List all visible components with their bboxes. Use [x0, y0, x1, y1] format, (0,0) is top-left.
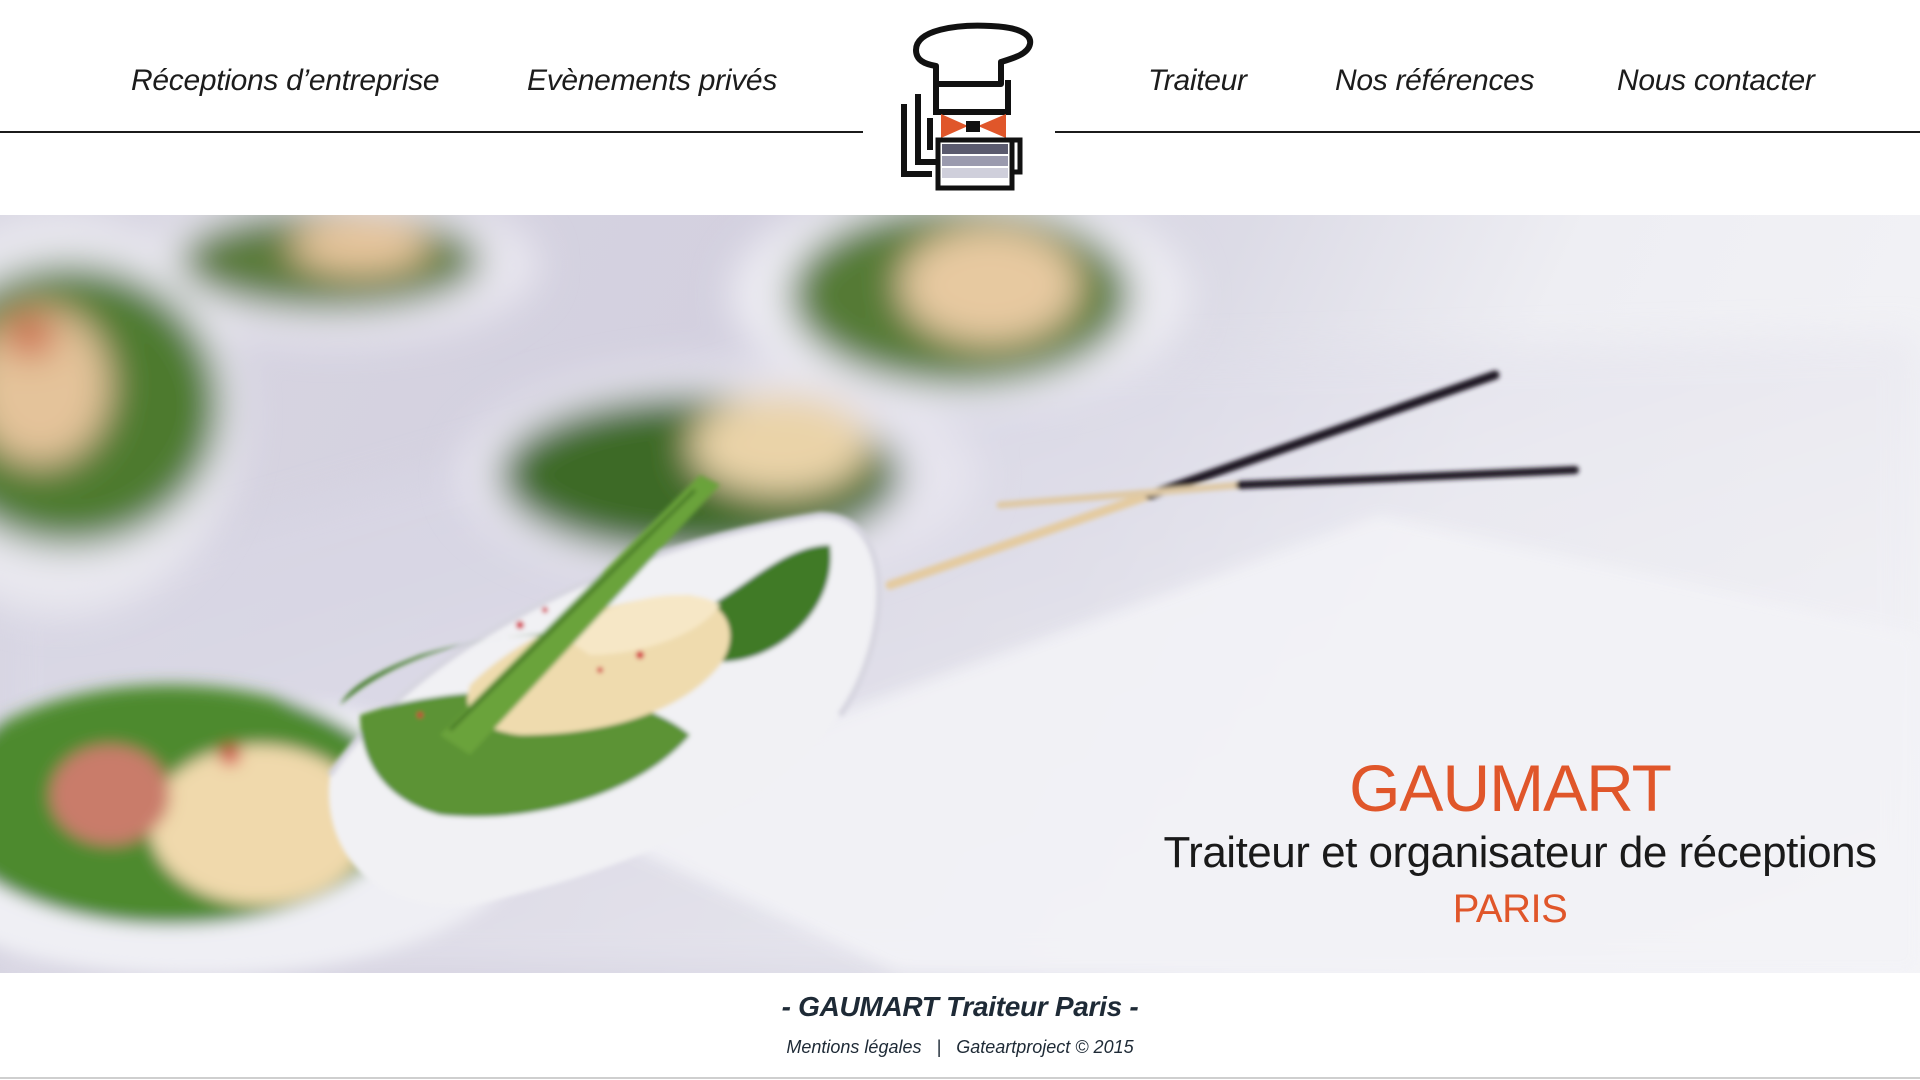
hero-tagline: Traiteur et organisateur de réceptions — [1163, 828, 1877, 877]
chef-logo-icon[interactable] — [896, 22, 1038, 198]
gateartproject-link[interactable]: Gateartproject © 2015 — [956, 1037, 1133, 1057]
hero-caption: GAUMART Traiteur et organisateur de réce… — [1140, 755, 1900, 929]
nav-nous-contacter[interactable]: Nous contacter — [1617, 64, 1815, 98]
site-header: Réceptions d’entreprise Evènements privé… — [0, 0, 1920, 215]
footer-bottom-line — [0, 1077, 1920, 1079]
nav-receptions-entreprise[interactable]: Réceptions d’entreprise — [131, 64, 440, 98]
footer-title: - GAUMART Traiteur Paris - — [781, 991, 1139, 1022]
nav-nos-references[interactable]: Nos références — [1335, 64, 1535, 98]
hero-city: PARIS — [1452, 887, 1568, 931]
hero-banner: GAUMART Traiteur et organisateur de réce… — [0, 215, 1920, 973]
nav-evenements-prives[interactable]: Evènements privés — [527, 64, 777, 98]
site-footer: - GAUMART Traiteur Paris - Mentions léga… — [0, 973, 1920, 1080]
mentions-legales-link[interactable]: Mentions légales — [786, 1037, 921, 1057]
footer-links: Mentions légales | Gateartproject © 2015 — [0, 1037, 1920, 1058]
header-divider-left — [0, 131, 863, 133]
nav-traiteur[interactable]: Traiteur — [1148, 64, 1247, 98]
header-divider-right — [1055, 131, 1920, 133]
hero-brand: GAUMART — [1349, 751, 1672, 825]
